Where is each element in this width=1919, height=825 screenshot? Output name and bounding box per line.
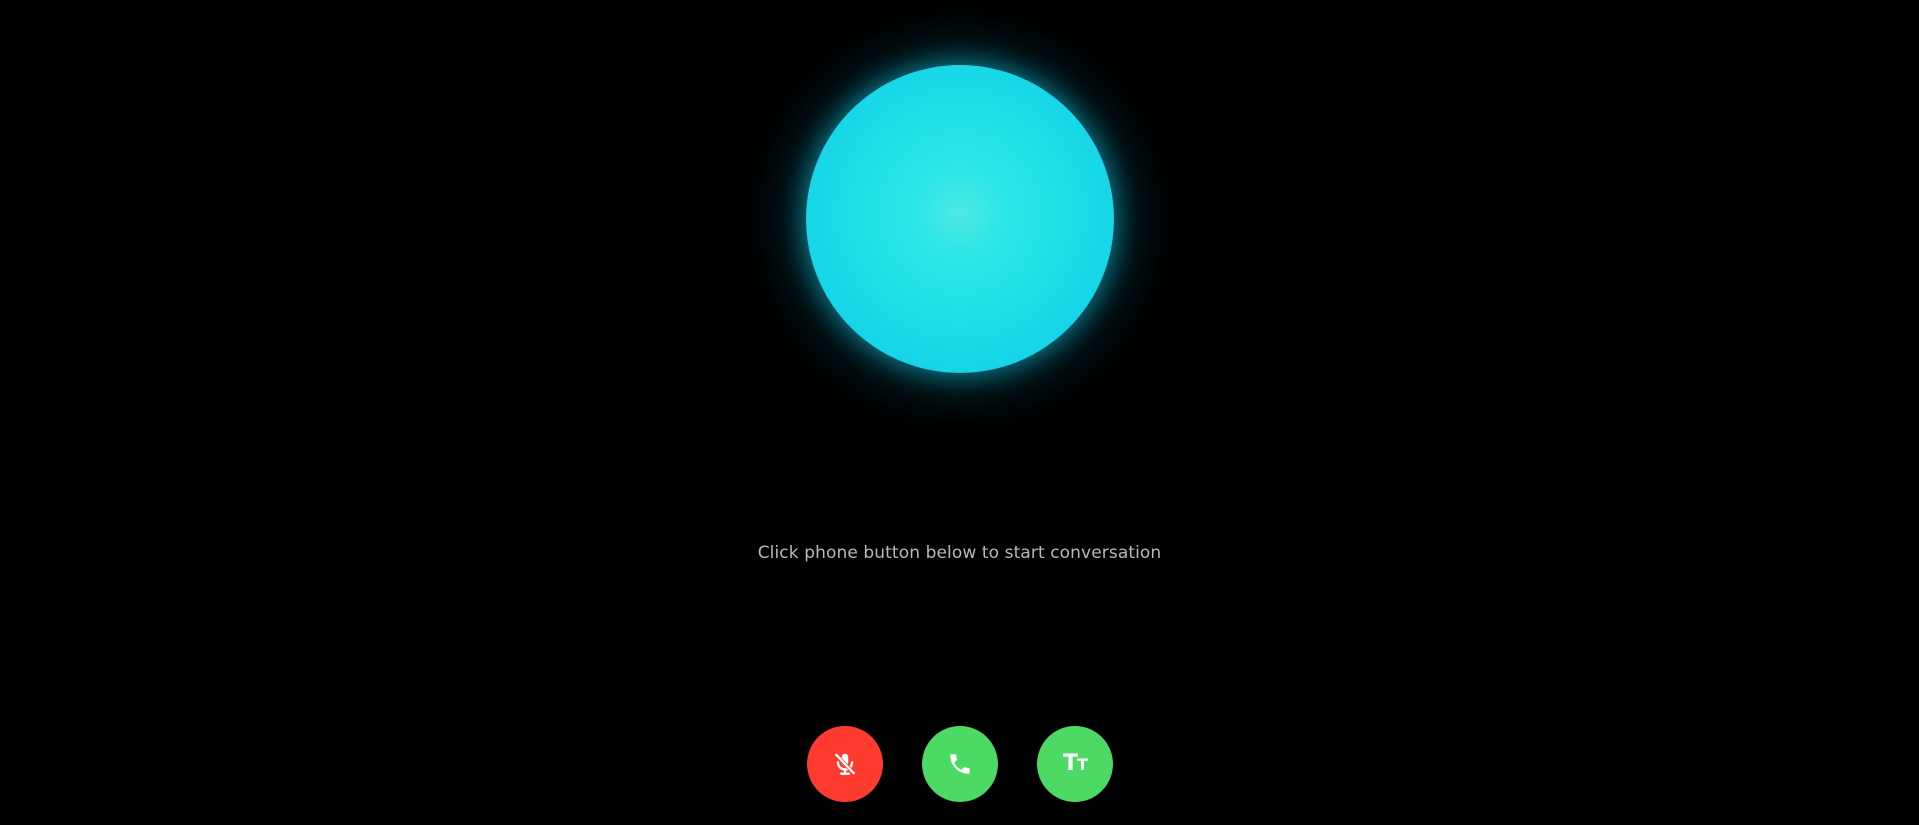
status-message: Click phone button below to start conver… <box>757 543 1162 563</box>
call-controls: TT <box>0 726 1919 802</box>
assistant-orb <box>806 65 1114 373</box>
phone-icon <box>947 751 973 777</box>
text-size-button[interactable]: TT <box>1037 726 1113 802</box>
text-size-icon: TT <box>1063 751 1088 776</box>
call-button[interactable] <box>922 726 998 802</box>
mute-button[interactable] <box>807 726 883 802</box>
mic-off-icon <box>832 751 858 777</box>
voice-call-screen: Click phone button below to start conver… <box>0 0 1919 825</box>
